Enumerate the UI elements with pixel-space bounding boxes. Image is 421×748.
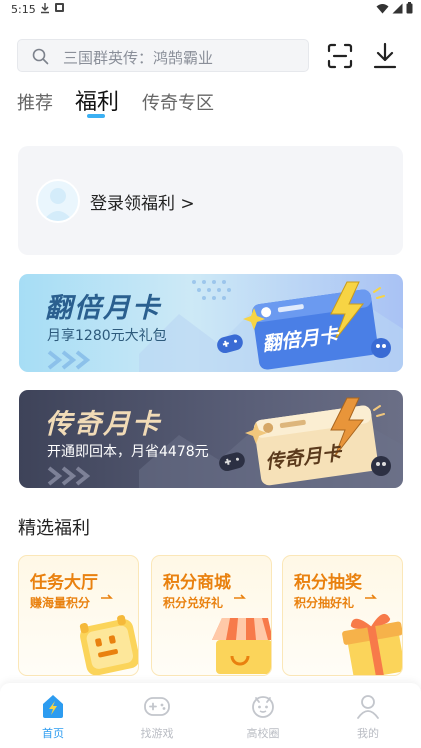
campus-circle-icon (252, 696, 274, 718)
download-icon[interactable] (372, 42, 398, 70)
banner-subtitle: 月享1280元大礼包 (47, 328, 167, 344)
gift-box-icon (342, 594, 402, 675)
profile-icon (357, 695, 379, 719)
download-notification-icon (41, 3, 49, 14)
shop-icon (212, 594, 271, 674)
scan-icon[interactable] (327, 43, 353, 69)
feature-task-hall[interactable]: 任务大厅 赚海量积分 (18, 555, 139, 676)
login-prompt: 登录领福利 > (90, 194, 195, 214)
search-icon (32, 48, 49, 65)
nav-label: 找游戏 (140, 727, 174, 740)
status-notification-icons (40, 2, 65, 14)
tab-recommend[interactable]: 推荐 (17, 89, 53, 115)
default-avatar-icon (43, 188, 73, 221)
banner-subtitle: 开通即回本，月省4478元 (47, 444, 209, 460)
nav-find-games[interactable]: 找游戏 (127, 689, 187, 745)
nav-label: 我的 (357, 727, 379, 740)
search-placeholder: 三国群英传：鸿鹄霸业 (63, 49, 214, 67)
nav-label: 高校圈 (246, 727, 280, 740)
active-tab-indicator (87, 114, 105, 118)
nav-profile[interactable]: 我的 (338, 689, 398, 745)
section-title: 精选福利 (18, 518, 90, 539)
banner-title: 传奇月卡 (45, 409, 161, 440)
feature-points-mall[interactable]: 积分商城 积分兑好礼 (151, 555, 272, 676)
status-bar: 5:15 (0, 0, 421, 20)
status-system-icons (376, 2, 413, 14)
search-bar[interactable]: 三国群英传：鸿鹄霸业 (17, 39, 309, 72)
arrow-right-icon (79, 594, 138, 675)
nav-campus-circle[interactable]: 高校圈 (233, 689, 293, 745)
status-time: 5:15 (11, 3, 36, 16)
nav-label: 首页 (42, 727, 64, 740)
signal-icon (392, 3, 403, 13)
banner-double-monthly-card[interactable]: 翻倍月卡 月享1280元大礼包 翻倍月卡 (19, 274, 403, 372)
bottom-nav: 首页 找游戏 高校圈 我的 (0, 683, 421, 748)
tab-legend-zone[interactable]: 传奇专区 (142, 89, 214, 115)
tab-welfare[interactable]: 福利 (75, 84, 119, 116)
avatar (36, 179, 80, 223)
battery-icon (406, 2, 413, 14)
wifi-icon (376, 3, 389, 13)
gamepad-icon (144, 697, 170, 716)
feature-points-lottery[interactable]: 积分抽奖 积分抽好礼 (282, 555, 403, 676)
nav-home[interactable]: 首页 (23, 689, 83, 745)
login-card[interactable]: 登录领福利 > (18, 146, 403, 255)
app-notification-icon (55, 3, 64, 12)
home-icon (43, 695, 63, 718)
banner-title: 翻倍月卡 (45, 293, 161, 324)
banner-legend-monthly-card[interactable]: 传奇月卡 开通即回本，月省4478元 传奇月卡 (19, 390, 403, 488)
